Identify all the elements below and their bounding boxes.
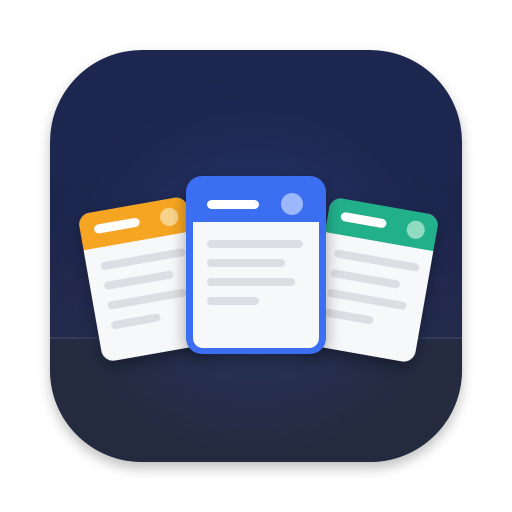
stacked-cards-icon (50, 50, 462, 462)
app-icon (0, 0, 512, 512)
card-center (186, 176, 326, 354)
